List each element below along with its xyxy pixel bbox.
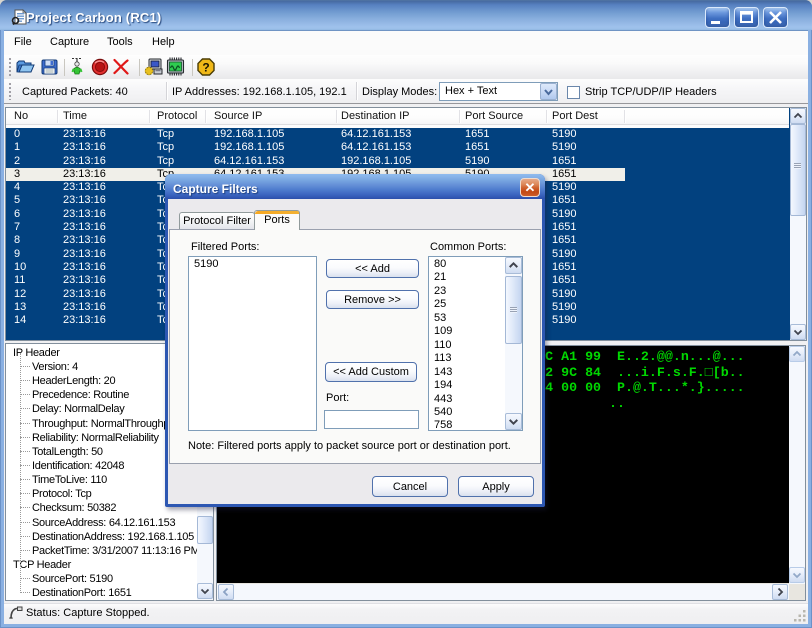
svg-text:?: ? (202, 61, 209, 75)
